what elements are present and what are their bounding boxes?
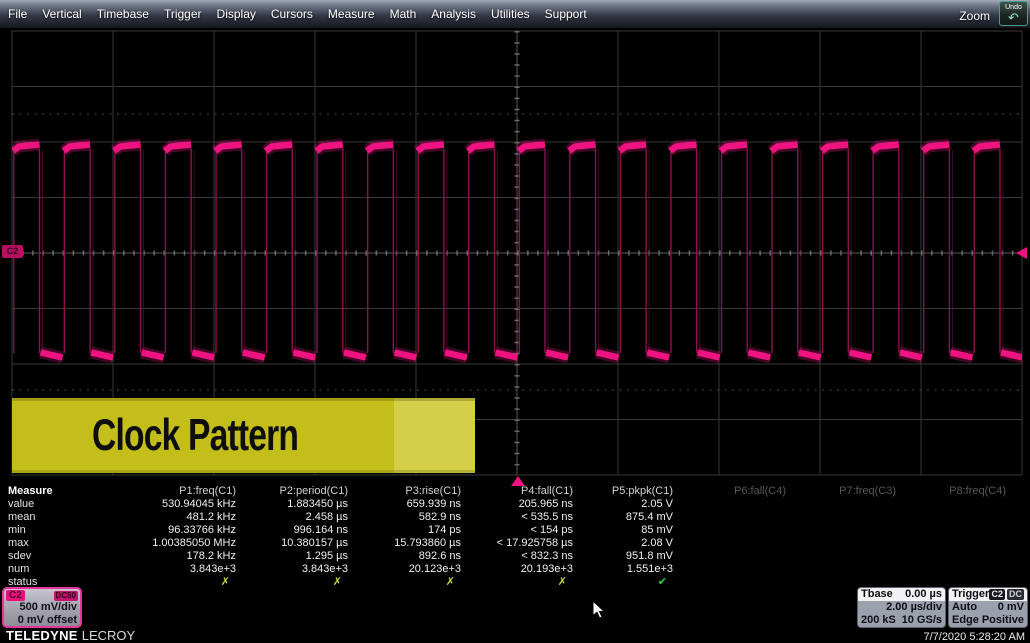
undo-button[interactable]: Undo ↶ [999, 1, 1028, 26]
p3-min: 174 ps [352, 524, 465, 537]
p2-mean: 2.458 µs [240, 511, 352, 524]
menu-bar: File Vertical Timebase Trigger Display C… [0, 0, 1030, 28]
timebase-title: Tbase [861, 588, 893, 601]
brand-teledyne: TELEDYNE [6, 628, 78, 643]
undo-arrow-icon: ↶ [1000, 12, 1027, 23]
measure-p5-header[interactable]: P5:pkpk(C1) [577, 485, 677, 498]
p2-value: 1.883450 µs [240, 498, 352, 511]
measure-p8-header[interactable]: P8:freq(C4) [900, 485, 1010, 498]
trigger-descriptor[interactable]: Trigger C2 DC Auto 0 mV Edge Positive [948, 587, 1028, 628]
p1-max: 1.00385050 MHz [130, 537, 240, 550]
row-label-num: num [0, 563, 130, 576]
p1-mean: 481.2 kHz [130, 511, 240, 524]
p4-max: < 17.925758 µs [465, 537, 577, 550]
p5-mean: 875.4 mV [577, 511, 677, 524]
channel-offset: 0 mV offset [4, 614, 80, 627]
menu-analysis[interactable]: Analysis [431, 7, 476, 21]
zoom-label: Zoom [959, 9, 990, 23]
p4-min: < 154 ps [465, 524, 577, 537]
p1-value: 530.94045 kHz [130, 498, 240, 511]
p1-min: 96.33766 kHz [130, 524, 240, 537]
row-label-sdev: sdev [0, 550, 130, 563]
timebase-rate: 10 GS/s [902, 614, 942, 627]
menu-display[interactable]: Display [217, 7, 256, 21]
channel-coupling-badge: DC50 [54, 591, 78, 601]
menu-math[interactable]: Math [390, 7, 417, 21]
p2-status-icon: ✗ [240, 576, 352, 589]
p1-status-icon: ✗ [130, 576, 240, 589]
measure-table: Measure P1:freq(C1) P2:period(C1) P3:ris… [0, 485, 1010, 589]
menu-timebase[interactable]: Timebase [97, 7, 149, 21]
row-label-max: max [0, 537, 130, 550]
channel-level-marker[interactable]: C2 [2, 245, 23, 258]
p3-mean: 582.9 ns [352, 511, 465, 524]
measure-p7-header[interactable]: P7:freq(C3) [790, 485, 900, 498]
datetime-display: 7/7/2020 5:28:20 AM [923, 631, 1025, 643]
menu-utilities[interactable]: Utilities [491, 7, 530, 21]
brand-logo: TELEDYNE LECROY [6, 628, 135, 643]
p5-min: 85 mV [577, 524, 677, 537]
menu-cursors[interactable]: Cursors [271, 7, 313, 21]
timebase-scale: 2.00 µs/div [886, 601, 942, 614]
p5-num: 1.551e+3 [577, 563, 677, 576]
trigger-type: Edge [952, 614, 979, 627]
annotation-label: Clock Pattern [92, 410, 298, 461]
channel-c2-descriptor[interactable]: C2 DC50 500 mV/div 0 mV offset [2, 587, 82, 628]
annotation-banner: Clock Pattern [12, 398, 475, 473]
timebase-descriptor[interactable]: Tbase 0.00 µs 2.00 µs/div 200 kS 10 GS/s [857, 587, 946, 628]
trigger-mode: Auto [952, 601, 977, 614]
p3-status-icon: ✗ [352, 576, 465, 589]
menu-file[interactable]: File [8, 7, 27, 21]
p4-value: 205.965 ns [465, 498, 577, 511]
menu-vertical[interactable]: Vertical [42, 7, 81, 21]
measure-p3-header[interactable]: P3:rise(C1) [352, 485, 465, 498]
p4-mean: < 535.5 ns [465, 511, 577, 524]
menu-support[interactable]: Support [545, 7, 587, 21]
measure-p6-header[interactable]: P6:fall(C4) [677, 485, 790, 498]
trigger-source-badge: C2 [989, 589, 1005, 600]
channel-name-badge: C2 [6, 590, 25, 601]
p1-num: 3.843e+3 [130, 563, 240, 576]
p5-status-icon: ✔ [577, 576, 677, 589]
p3-num: 20.123e+3 [352, 563, 465, 576]
trigger-slope: Positive [982, 614, 1024, 627]
p5-value: 2.05 V [577, 498, 677, 511]
p4-status-icon: ✗ [465, 576, 577, 589]
mouse-cursor [592, 600, 608, 620]
trigger-title: Trigger [952, 588, 989, 601]
channel-scale: 500 mV/div [4, 601, 80, 614]
menu-measure[interactable]: Measure [328, 7, 375, 21]
row-label-mean: mean [0, 511, 130, 524]
trigger-coupling-badge: DC [1007, 589, 1024, 600]
timebase-position: 0.00 µs [905, 588, 942, 601]
measure-p1-header[interactable]: P1:freq(C1) [130, 485, 240, 498]
p3-max: 15.793860 µs [352, 537, 465, 550]
measure-title: Measure [0, 485, 130, 498]
p4-sdev: < 832.3 ns [465, 550, 577, 563]
p2-sdev: 1.295 µs [240, 550, 352, 563]
p5-max: 2.08 V [577, 537, 677, 550]
timebase-samples: 200 kS [861, 614, 896, 627]
p2-min: 996.164 ns [240, 524, 352, 537]
p3-sdev: 892.6 ns [352, 550, 465, 563]
row-label-value: value [0, 498, 130, 511]
measure-p2-header[interactable]: P2:period(C1) [240, 485, 352, 498]
p2-num: 3.843e+3 [240, 563, 352, 576]
row-label-min: min [0, 524, 130, 537]
menu-trigger[interactable]: Trigger [164, 7, 202, 21]
brand-lecroy: LECROY [82, 628, 135, 643]
p2-max: 10.380157 µs [240, 537, 352, 550]
measure-p4-header[interactable]: P4:fall(C1) [465, 485, 577, 498]
trigger-level: 0 mV [998, 601, 1024, 614]
p5-sdev: 951.8 mV [577, 550, 677, 563]
p3-value: 659.939 ns [352, 498, 465, 511]
p4-num: 20.193e+3 [465, 563, 577, 576]
p1-sdev: 178.2 kHz [130, 550, 240, 563]
